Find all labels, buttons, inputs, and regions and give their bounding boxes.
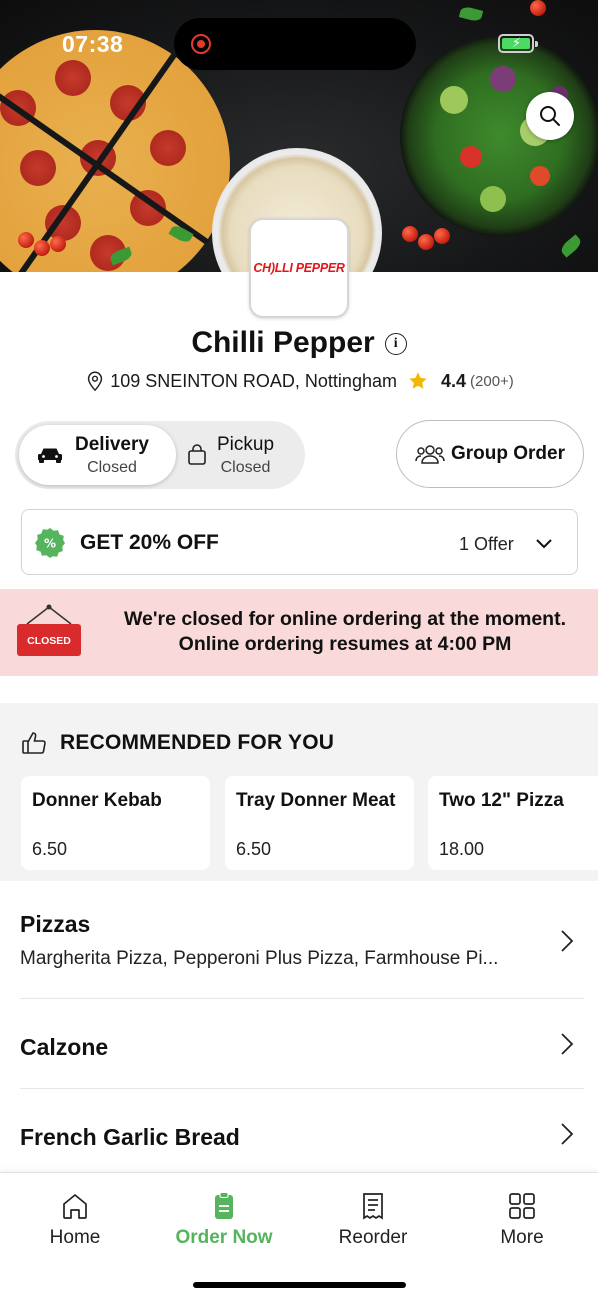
tab-label: Order Now <box>175 1227 273 1248</box>
category-row-calzone[interactable]: Calzone <box>20 999 584 1089</box>
category-name: Pizzas <box>20 911 91 937</box>
tab-label: More <box>500 1227 544 1248</box>
recording-indicator-icon <box>191 34 211 54</box>
home-indicator <box>193 1282 406 1288</box>
group-order-label: Group Order <box>450 443 565 464</box>
recommended-item-card[interactable]: Donner Kebab 6.50 <box>21 776 210 870</box>
recommended-item-price: 6.50 <box>32 839 68 859</box>
hero-salad-image <box>400 36 598 236</box>
closed-sign-text: CLOSED <box>27 635 71 647</box>
recommended-item-name: Donner Kebab <box>32 790 162 811</box>
restaurant-address-row: 109 SNEINTON ROAD, Nottingham 4.4 (200+) <box>0 370 598 392</box>
tab-label: Reorder <box>338 1227 408 1248</box>
order-mode-toggle: Delivery Closed Pickup Closed <box>15 421 305 489</box>
search-icon <box>540 106 560 126</box>
recommended-item-card[interactable]: Two 12" Pizza 18.00 <box>428 776 598 870</box>
chevron-right-icon <box>561 1033 574 1055</box>
home-icon <box>63 1194 87 1219</box>
restaurant-logo: CH)LLI PEPPER <box>249 218 349 318</box>
delivery-status: Closed <box>87 458 137 476</box>
delivery-mode-option[interactable]: Delivery Closed <box>19 425 176 485</box>
battery-charging-icon: ⚡ <box>498 34 538 53</box>
closed-notice-banner: CLOSED We're closed for online ordering … <box>0 589 598 676</box>
recommended-section: RECOMMENDED FOR YOU Donner Kebab 6.50 Tr… <box>0 703 598 881</box>
grid-menu-icon <box>509 1193 535 1219</box>
tab-home[interactable]: Home <box>20 1191 130 1261</box>
chevron-down-icon <box>536 539 552 549</box>
restaurant-address: 109 SNEINTON ROAD, Nottingham <box>110 370 397 391</box>
svg-text:%: % <box>44 537 56 551</box>
restaurant-name: Chilli Pepper <box>191 326 375 359</box>
pickup-label: Pickup <box>217 433 275 455</box>
closed-message: We're closed for online ordering at the … <box>100 607 590 657</box>
pickup-mode-option[interactable]: Pickup Closed <box>181 425 301 485</box>
group-order-button[interactable]: Group Order <box>396 420 584 488</box>
category-name: French Garlic Bread <box>20 1124 240 1150</box>
star-icon <box>409 372 427 389</box>
closed-message-line2: Online ordering resumes at 4:00 PM <box>178 633 512 655</box>
location-pin-icon <box>88 371 103 392</box>
chevron-right-icon <box>561 930 574 952</box>
restaurant-title-row: Chilli Pepper i <box>0 326 598 360</box>
thumbs-up-icon <box>22 732 46 754</box>
discount-badge-icon: % <box>35 528 65 558</box>
recommended-header: RECOMMENDED FOR YOU <box>22 731 334 755</box>
order-clipboard-icon <box>215 1192 233 1219</box>
category-row-pizzas[interactable]: Pizzas Margherita Pizza, Pepperoni Plus … <box>20 881 584 999</box>
info-icon[interactable]: i <box>384 333 407 355</box>
recommended-item-price: 6.50 <box>236 839 272 859</box>
closed-sign-icon: CLOSED <box>17 604 81 656</box>
recommended-item-card[interactable]: Tray Donner Meat 6.50 <box>225 776 414 870</box>
chevron-right-icon <box>561 1123 574 1145</box>
offer-count: 1 Offer <box>459 534 514 554</box>
tab-reorder[interactable]: Reorder <box>318 1191 428 1261</box>
bottom-tab-bar: Home Order Now Reorder More <box>0 1172 598 1300</box>
category-description: Margherita Pizza, Pepperoni Plus Pizza, … <box>20 948 499 969</box>
rating-count: (200+) <box>470 372 514 390</box>
car-icon <box>38 448 62 463</box>
offer-title: GET 20% OFF <box>80 531 219 554</box>
tab-label: Home <box>49 1227 101 1248</box>
recommended-item-name: Two 12" Pizza <box>439 790 564 811</box>
tab-order-now[interactable]: Order Now <box>169 1191 279 1261</box>
delivery-label: Delivery <box>75 433 149 455</box>
offer-banner[interactable]: % GET 20% OFF 1 Offer <box>21 509 578 575</box>
closed-message-line1: We're closed for online ordering at the … <box>123 608 566 630</box>
tab-more[interactable]: More <box>467 1191 577 1261</box>
status-time: 07:38 <box>62 31 124 57</box>
category-row-french-garlic-bread[interactable]: French Garlic Bread <box>20 1089 584 1172</box>
receipt-icon <box>363 1193 383 1220</box>
recommended-item-price: 18.00 <box>439 839 485 859</box>
recommended-item-name: Tray Donner Meat <box>236 790 396 811</box>
search-button[interactable] <box>526 92 574 140</box>
shopping-bag-icon <box>188 444 206 465</box>
recommended-heading: RECOMMENDED FOR YOU <box>60 731 335 754</box>
pickup-status: Closed <box>220 458 271 476</box>
group-users-icon <box>415 445 445 464</box>
category-name: Calzone <box>20 1034 109 1060</box>
logo-text: CH)LLI PEPPER <box>253 261 345 275</box>
dynamic-island <box>174 18 416 70</box>
rating-value: 4.4 <box>440 370 467 391</box>
